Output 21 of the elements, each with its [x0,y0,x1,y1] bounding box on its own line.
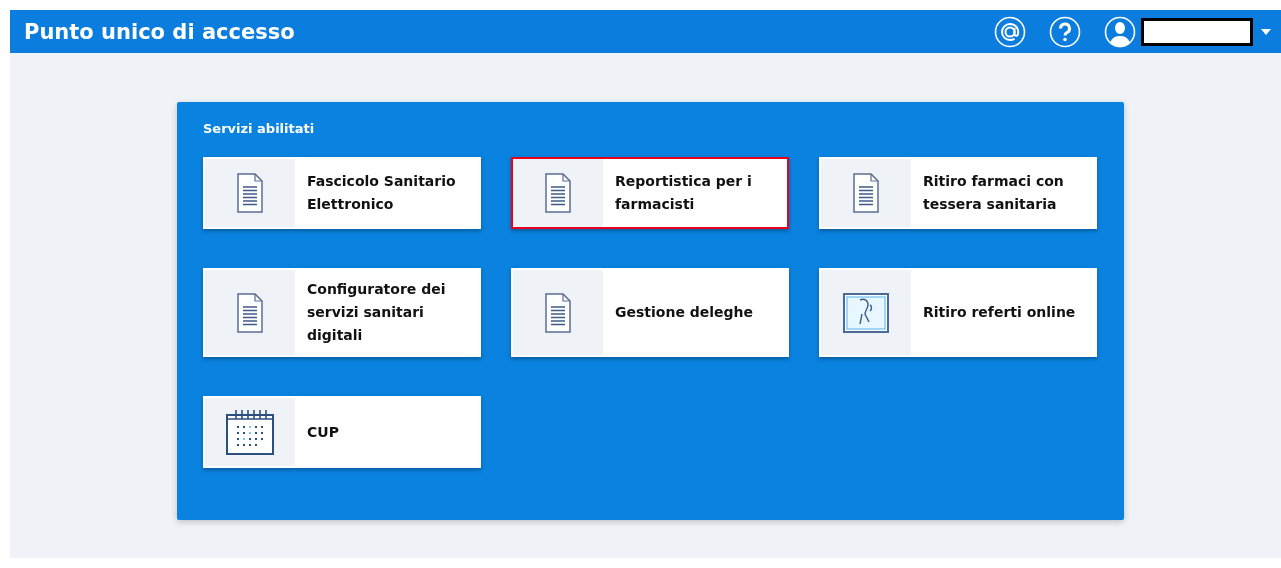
app-title: Punto unico di accesso [24,19,296,44]
service-tile[interactable]: Ritiro referti online [819,268,1097,357]
document-icon [237,173,263,213]
caret-icon[interactable] [1261,28,1271,35]
calendar-icon [226,409,274,455]
service-tile[interactable]: Gestione deleghe [511,268,789,357]
service-tile[interactable]: CUP [203,396,481,468]
document-icon [853,173,879,213]
help-icon[interactable] [1049,15,1081,48]
panel-title: Servizi abilitati [203,121,316,136]
x-ray-icon [843,292,889,333]
service-tile[interactable]: Ritiro farmaci con tessera sanitaria [819,157,1097,229]
service-tile[interactable]: Reportistica per i farmacisti [511,157,789,229]
service-tile[interactable]: Configuratore dei servizi sanitari digitali [203,268,481,357]
email-icon[interactable] [994,15,1026,48]
document-icon [545,173,571,213]
document-icon [545,292,571,333]
user-icon[interactable] [1104,15,1136,48]
service-tile[interactable]: Fascicolo Sanitario Elettronico [203,157,481,229]
document-icon [237,292,263,333]
user-name-field[interactable] [1141,17,1253,46]
